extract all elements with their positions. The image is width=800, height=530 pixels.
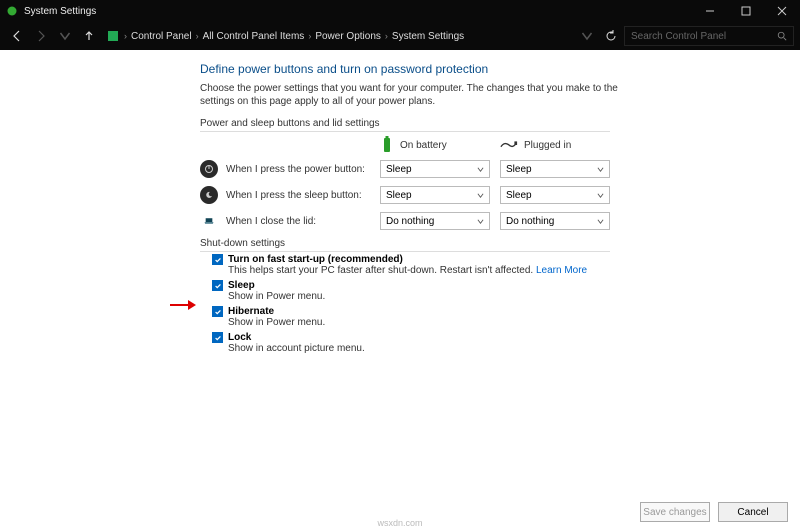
hibernate-check-desc: Show in Power menu. — [228, 317, 780, 328]
sleep-icon — [200, 186, 218, 204]
sleep-row: Sleep Show in Power menu. — [212, 280, 780, 302]
breadcrumb-level3[interactable]: System Settings — [392, 31, 464, 42]
lid-plugged-select[interactable]: Do nothing — [500, 212, 610, 230]
titlebar: System Settings — [0, 0, 800, 22]
battery-icon — [380, 136, 394, 154]
page-description: Choose the power settings that you want … — [200, 82, 630, 108]
power-battery-select[interactable]: Sleep — [380, 160, 490, 178]
search-input[interactable]: Search Control Panel — [624, 26, 794, 46]
breadcrumb-level1[interactable]: All Control Panel Items — [203, 31, 305, 42]
back-button[interactable] — [6, 25, 28, 47]
highlight-arrow-icon — [168, 298, 198, 317]
forward-button[interactable] — [30, 25, 52, 47]
app-icon — [6, 5, 18, 17]
chevron-down-icon — [597, 192, 604, 199]
search-placeholder: Search Control Panel — [631, 31, 777, 42]
row-close-lid: When I close the lid: Do nothing Do noth… — [200, 212, 780, 230]
page-title: Define power buttons and turn on passwor… — [200, 62, 780, 76]
faststart-desc: This helps start your PC faster after sh… — [228, 265, 780, 276]
chevron-right-icon: › — [196, 31, 199, 41]
row-power-button: When I press the power button: Sleep Sle… — [200, 160, 780, 178]
save-button[interactable]: Save changes — [640, 502, 710, 522]
lock-check-label: Lock — [228, 332, 251, 343]
lid-battery-select[interactable]: Do nothing — [380, 212, 490, 230]
power-plugged-select[interactable]: Sleep — [500, 160, 610, 178]
breadcrumb-root[interactable]: Control Panel — [131, 31, 192, 42]
lock-check-desc: Show in account picture menu. — [228, 343, 780, 354]
footer-buttons: Save changes Cancel — [640, 502, 788, 522]
sleep-plugged-select[interactable]: Sleep — [500, 186, 610, 204]
up-button[interactable] — [78, 25, 100, 47]
hibernate-check-label: Hibernate — [228, 306, 274, 317]
search-icon — [777, 31, 787, 41]
section-shutdown: Shut-down settings — [200, 238, 780, 252]
section-power-sleep: Power and sleep buttons and lid settings — [200, 118, 780, 132]
cp-icon — [106, 29, 120, 43]
chevron-right-icon: › — [308, 31, 311, 41]
chevron-down-icon — [477, 218, 484, 225]
lock-checkbox[interactable] — [212, 332, 223, 343]
refresh-button[interactable] — [600, 25, 622, 47]
watermark: wsxdn.com — [377, 518, 422, 528]
power-button-label: When I press the power button: — [226, 164, 365, 175]
content-area: Define power buttons and turn on passwor… — [0, 50, 800, 530]
window-title: System Settings — [24, 6, 96, 17]
chevron-down-icon — [597, 218, 604, 225]
sleep-battery-select[interactable]: Sleep — [380, 186, 490, 204]
dropdown-icon[interactable] — [576, 25, 598, 47]
plug-icon — [500, 139, 518, 151]
hibernate-row: Hibernate Show in Power menu. — [212, 306, 780, 328]
col-on-battery: On battery — [380, 136, 490, 154]
faststart-row: Turn on fast start-up (recommended) This… — [212, 254, 780, 276]
lid-label: When I close the lid: — [226, 216, 316, 227]
recent-dropdown-icon[interactable] — [54, 25, 76, 47]
minimize-button[interactable] — [692, 0, 728, 22]
sleep-button-label: When I press the sleep button: — [226, 190, 362, 201]
sleep-check-desc: Show in Power menu. — [228, 291, 780, 302]
sleep-check-label: Sleep — [228, 280, 255, 291]
col-plugged-in: Plugged in — [500, 136, 610, 154]
row-sleep-button: When I press the sleep button: Sleep Sle… — [200, 186, 780, 204]
breadcrumb-level2[interactable]: Power Options — [315, 31, 381, 42]
navbar: › Control Panel › All Control Panel Item… — [0, 22, 800, 50]
faststart-checkbox[interactable] — [212, 254, 223, 265]
breadcrumb: › Control Panel › All Control Panel Item… — [106, 29, 464, 43]
learn-more-link[interactable]: Learn More — [536, 265, 587, 276]
hibernate-checkbox[interactable] — [212, 306, 223, 317]
power-icon — [200, 160, 218, 178]
faststart-label: Turn on fast start-up (recommended) — [228, 254, 403, 265]
sleep-checkbox[interactable] — [212, 280, 223, 291]
laptop-lid-icon — [200, 212, 218, 230]
close-button[interactable] — [764, 0, 800, 22]
lock-row: Lock Show in account picture menu. — [212, 332, 780, 354]
chevron-down-icon — [477, 192, 484, 199]
maximize-button[interactable] — [728, 0, 764, 22]
cancel-button[interactable]: Cancel — [718, 502, 788, 522]
chevron-down-icon — [477, 166, 484, 173]
chevron-right-icon: › — [385, 31, 388, 41]
chevron-right-icon: › — [124, 31, 127, 41]
chevron-down-icon — [597, 166, 604, 173]
column-headers: On battery Plugged in — [380, 136, 780, 154]
